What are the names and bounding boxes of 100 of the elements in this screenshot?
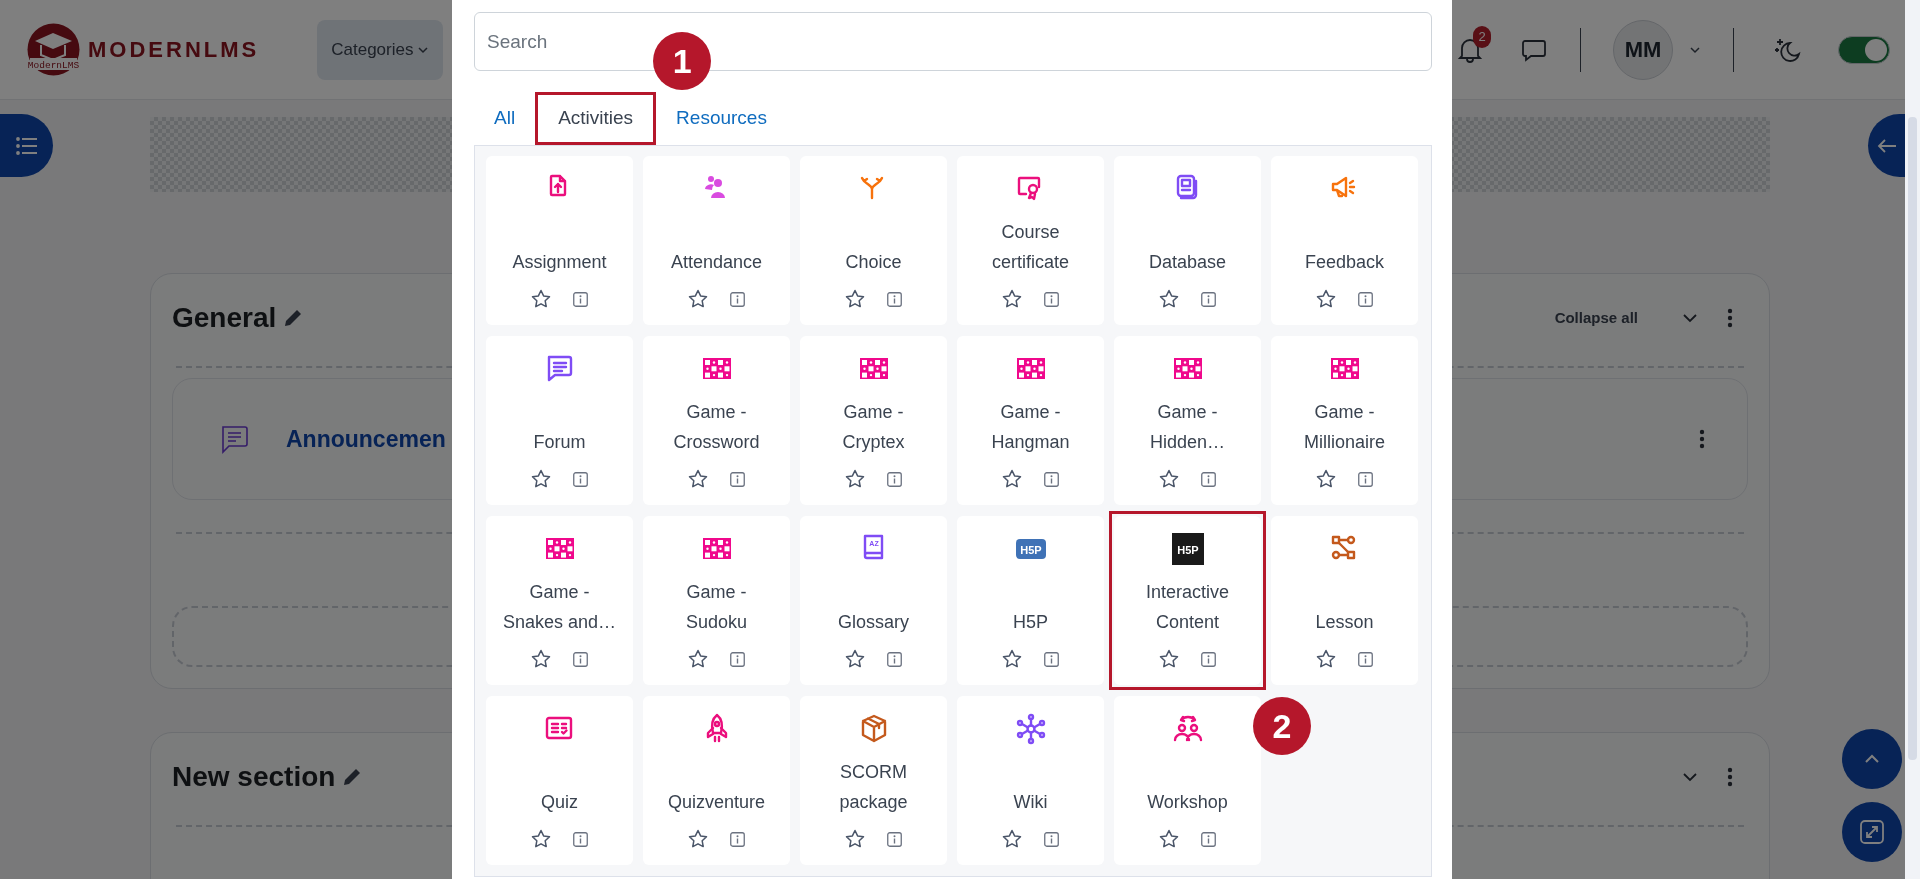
info-button[interactable]: [1044, 831, 1059, 847]
favourite-button[interactable]: [845, 829, 865, 849]
info-button[interactable]: [1201, 831, 1216, 847]
activity-card[interactable]: Choice: [800, 156, 947, 325]
tab[interactable]: Activities: [535, 92, 657, 145]
activity-card[interactable]: Database: [1114, 156, 1261, 325]
activity-card[interactable]: Game - Sudoku: [643, 516, 790, 685]
info-button[interactable]: [887, 471, 902, 487]
info-button[interactable]: [730, 471, 745, 487]
user-menu-button[interactable]: MM: [1613, 19, 1701, 80]
info-button[interactable]: [573, 471, 588, 487]
info-button[interactable]: [730, 651, 745, 667]
activity-card[interactable]: Game - Millionaire: [1271, 336, 1418, 505]
activity-name: Quiz: [540, 791, 579, 814]
logo-text: MODERNLMS: [88, 36, 260, 64]
favourite-button[interactable]: [1159, 649, 1179, 669]
activity-name: Workshop: [1146, 791, 1229, 814]
activity-card[interactable]: Lesson: [1271, 516, 1418, 685]
favourite-button[interactable]: [1159, 469, 1179, 489]
favourite-button[interactable]: [531, 649, 551, 669]
favourite-button[interactable]: [531, 469, 551, 489]
kebab-menu-icon[interactable]: [1727, 308, 1733, 328]
activity-card[interactable]: Forum: [486, 336, 633, 505]
section-title: New section: [172, 760, 336, 794]
activity-card[interactable]: Wiki: [957, 696, 1104, 865]
favourite-button[interactable]: [1159, 829, 1179, 849]
info-button[interactable]: [1358, 471, 1373, 487]
arrow-left-icon: [1876, 137, 1897, 154]
favourite-button[interactable]: [1002, 469, 1022, 489]
section-title: General: [172, 301, 277, 335]
activity-card[interactable]: Game - Crossword: [643, 336, 790, 505]
activity-card[interactable]: Game - Hidden…: [1114, 336, 1261, 505]
activity-card[interactable]: Quizventure: [643, 696, 790, 865]
activity-card[interactable]: Workshop: [1114, 696, 1261, 865]
info-button[interactable]: [1358, 291, 1373, 307]
activity-card[interactable]: SCORM package: [800, 696, 947, 865]
activity-card[interactable]: Attendance: [643, 156, 790, 325]
info-button[interactable]: [573, 651, 588, 667]
drawer-toggle-button[interactable]: [0, 114, 53, 177]
activity-card[interactable]: H5P Interactive Content: [1114, 516, 1261, 685]
favourite-button[interactable]: [531, 289, 551, 309]
activity-name: Game - Hangman: [990, 401, 1071, 454]
activity-card[interactable]: Feedback: [1271, 156, 1418, 325]
favourite-button[interactable]: [688, 289, 708, 309]
activity-name: SCORM package: [838, 761, 909, 814]
activity-card[interactable]: Assignment: [486, 156, 633, 325]
chevron-down-icon[interactable]: [1682, 313, 1698, 323]
activity-card[interactable]: Course certificate: [957, 156, 1104, 325]
info-button[interactable]: [1201, 471, 1216, 487]
info-button[interactable]: [887, 651, 902, 667]
info-button[interactable]: [1044, 651, 1059, 667]
info-button[interactable]: [1201, 291, 1216, 307]
favourite-button[interactable]: [845, 469, 865, 489]
back-to-top-button[interactable]: [1842, 729, 1902, 789]
activity-name: Glossary: [837, 611, 910, 634]
notification-count: 2: [1473, 25, 1491, 48]
info-button[interactable]: [1044, 291, 1059, 307]
expand-icon: [1859, 819, 1885, 845]
favourite-button[interactable]: [845, 289, 865, 309]
favourite-button[interactable]: [1316, 469, 1336, 489]
info-button[interactable]: [573, 291, 588, 307]
activity-name: Database: [1147, 251, 1228, 274]
favourite-button[interactable]: [1002, 649, 1022, 669]
favourite-button[interactable]: [688, 829, 708, 849]
chevron-down-icon[interactable]: [1682, 772, 1698, 782]
info-button[interactable]: [573, 831, 588, 847]
favourite-button[interactable]: [531, 829, 551, 849]
activity-name: Wiki: [1012, 791, 1049, 814]
info-button[interactable]: [1358, 651, 1373, 667]
activity-name: Interactive Content: [1144, 581, 1230, 634]
activity-link[interactable]: Announcemen: [286, 421, 446, 457]
activity-card[interactable]: Game - Cryptex: [800, 336, 947, 505]
activity-card[interactable]: Game - Hangman: [957, 336, 1104, 505]
fullscreen-button[interactable]: [1842, 802, 1902, 862]
info-button[interactable]: [887, 291, 902, 307]
activity-name: Attendance: [669, 251, 764, 274]
activity-card[interactable]: H5P H5P: [957, 516, 1104, 685]
favourite-button[interactable]: [688, 649, 708, 669]
favourite-button[interactable]: [688, 469, 708, 489]
info-button[interactable]: [1201, 651, 1216, 667]
info-button[interactable]: [1044, 471, 1059, 487]
favourite-button[interactable]: [845, 649, 865, 669]
info-button[interactable]: [887, 831, 902, 847]
activity-name: Feedback: [1303, 251, 1386, 274]
activity-name: Lesson: [1314, 611, 1375, 634]
drawer-toggle-button[interactable]: [1868, 114, 1905, 177]
collapse-all-link[interactable]: Collapse all: [1554, 306, 1638, 330]
activity-name: Game - Cryptex: [841, 401, 906, 454]
activity-card[interactable]: Quiz: [486, 696, 633, 865]
favourite-button[interactable]: [1002, 289, 1022, 309]
kebab-menu-icon[interactable]: [1727, 767, 1733, 787]
kebab-menu-icon[interactable]: [1699, 429, 1705, 449]
info-button[interactable]: [730, 291, 745, 307]
favourite-button[interactable]: [1002, 829, 1022, 849]
favourite-button[interactable]: [1316, 289, 1336, 309]
info-button[interactable]: [730, 831, 745, 847]
favourite-button[interactable]: [1316, 649, 1336, 669]
toggle-switch[interactable]: [1838, 35, 1890, 64]
activity-card[interactable]: Game - Snakes and…: [486, 516, 633, 685]
favourite-button[interactable]: [1159, 289, 1179, 309]
